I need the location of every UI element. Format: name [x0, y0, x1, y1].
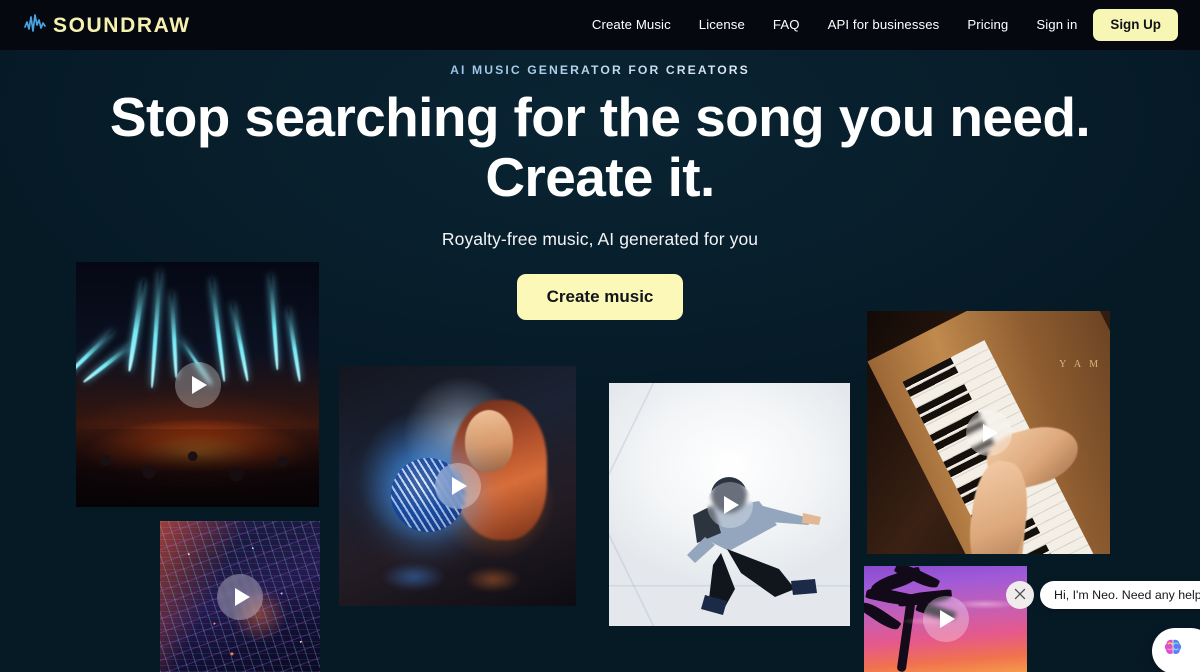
- chat-greeting-text: Hi, I'm Neo. Need any help?: [1054, 588, 1200, 602]
- create-music-button[interactable]: Create music: [516, 274, 684, 321]
- brand-name: SOUNDRAW: [53, 13, 191, 37]
- nav-link-api-for-businesses[interactable]: API for businesses: [814, 18, 954, 31]
- brain-icon: [1160, 636, 1186, 667]
- nav-link-faq[interactable]: FAQ: [759, 18, 814, 31]
- play-icon[interactable]: [922, 596, 969, 642]
- brand-logo[interactable]: SOUNDRAW: [24, 13, 191, 38]
- hero-cta-wrap: Create music: [0, 274, 1200, 321]
- gallery-card-tropical-sunset[interactable]: [864, 566, 1027, 672]
- gallery-card-disco-ball-woman[interactable]: [339, 366, 576, 606]
- play-icon[interactable]: [965, 409, 1012, 456]
- main-nav: Create Music License FAQ API for busines…: [578, 9, 1178, 41]
- landing-page: SOUNDRAW Create Music License FAQ API fo…: [0, 0, 1200, 672]
- chat-greeting-bubble[interactable]: Hi, I'm Neo. Need any help?: [1040, 581, 1200, 609]
- sign-up-button[interactable]: Sign Up: [1093, 9, 1178, 41]
- site-header: SOUNDRAW Create Music License FAQ API fo…: [0, 0, 1200, 50]
- nav-link-sign-in[interactable]: Sign in: [1022, 18, 1093, 31]
- waveform-icon: [24, 13, 52, 38]
- nav-link-pricing[interactable]: Pricing: [953, 18, 1022, 31]
- play-icon[interactable]: [434, 463, 481, 509]
- chat-launcher-button[interactable]: [1152, 628, 1200, 672]
- gallery-card-breakdancer[interactable]: [609, 383, 850, 626]
- video-gallery: Y A M: [0, 0, 1200, 672]
- gallery-card-night-city[interactable]: [160, 521, 320, 672]
- play-icon[interactable]: [706, 481, 753, 528]
- play-icon[interactable]: [174, 361, 221, 408]
- play-icon[interactable]: [217, 573, 263, 620]
- nav-link-create-music[interactable]: Create Music: [578, 18, 685, 31]
- crowd-silhouette: [76, 429, 319, 507]
- nav-link-license[interactable]: License: [685, 18, 759, 31]
- gallery-card-piano-hands[interactable]: Y A M: [867, 311, 1110, 554]
- piano-brand-mark: Y A M: [1059, 359, 1101, 370]
- chat-close-button[interactable]: [1006, 581, 1034, 609]
- close-icon: [1014, 588, 1026, 603]
